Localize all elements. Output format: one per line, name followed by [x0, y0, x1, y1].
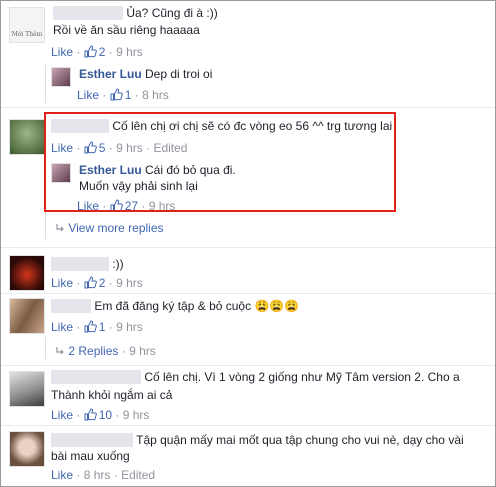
- comment-text-line2: bài mau xuống: [51, 449, 130, 463]
- like-count[interactable]: 10: [99, 408, 112, 422]
- like-link[interactable]: Like: [51, 468, 73, 482]
- like-link[interactable]: Like: [51, 276, 73, 290]
- reply-thread-line: [45, 337, 46, 359]
- like-link[interactable]: Like: [51, 45, 73, 59]
- like-link[interactable]: Like: [77, 88, 99, 102]
- redacted-name: [51, 370, 141, 384]
- like-count[interactable]: 1: [125, 88, 132, 102]
- comment-text: Tập quận mấy mai mốt qua tập chung cho v…: [51, 433, 464, 448]
- comment-text: Cố lên chị. Vì 1 vòng 2 giống như Mỹ Tâm…: [51, 370, 460, 385]
- comment-text: Ủa? Cũng đi à :)): [53, 6, 218, 21]
- divider: [1, 425, 495, 426]
- timestamp[interactable]: 9 hrs: [123, 408, 150, 422]
- avatar[interactable]: Mới Thêm: [9, 7, 45, 43]
- like-count[interactable]: 1: [99, 320, 106, 334]
- comment-meta: Like · 1 · 8 hrs: [77, 88, 169, 102]
- avatar[interactable]: [9, 371, 45, 407]
- avatar[interactable]: [51, 67, 71, 87]
- comment-text: :)): [51, 257, 124, 272]
- like-count[interactable]: 2: [99, 45, 106, 59]
- like-link[interactable]: Like: [51, 320, 73, 334]
- thumbs-up-icon: [84, 320, 97, 333]
- redacted-name: [51, 257, 109, 271]
- avatar[interactable]: [9, 119, 45, 155]
- comment-meta: Like · 10 · 9 hrs: [51, 408, 150, 422]
- divider: [1, 293, 495, 294]
- comment-text: Esther Luu Dep di troi oi: [79, 67, 213, 81]
- view-more-replies-link[interactable]: View more replies: [55, 221, 164, 235]
- edited-label[interactable]: Edited: [121, 468, 155, 482]
- avatar-caption: Mới Thêm: [11, 31, 43, 38]
- divider: [1, 107, 495, 108]
- comment-meta: Like · 8 hrs · Edited: [51, 468, 156, 482]
- timestamp[interactable]: 9 hrs: [116, 320, 143, 334]
- like-count[interactable]: 2: [99, 276, 106, 290]
- like-link[interactable]: Like: [51, 408, 73, 422]
- redacted-name: [51, 433, 133, 447]
- thumbs-up-icon: [84, 408, 97, 421]
- divider: [1, 365, 495, 366]
- timestamp[interactable]: 9 hrs: [116, 45, 143, 59]
- divider: [1, 247, 495, 248]
- avatar[interactable]: [9, 431, 45, 467]
- timestamp[interactable]: 9 hrs: [116, 276, 143, 290]
- comment-text: Em đã đăng ký tập & bỏ cuộc 😩😩😩: [51, 299, 299, 314]
- redacted-name: [51, 299, 91, 313]
- commenter-name[interactable]: Esther Luu: [79, 67, 142, 81]
- avatar[interactable]: [9, 298, 45, 334]
- comment-thread: Mới Thêm Ủa? Cũng đi à :)) Rồi về ăn sầu…: [0, 0, 496, 487]
- reply-arrow-icon: [56, 347, 64, 355]
- avatar[interactable]: [9, 255, 45, 291]
- thumbs-up-icon: [84, 45, 97, 58]
- replies-link[interactable]: 2 Replies · 9 hrs: [55, 344, 156, 358]
- comment-meta: Like · 2 · 9 hrs: [51, 45, 143, 59]
- reply-arrow-icon: [56, 224, 64, 232]
- comment-text-line2: Thành khỏi ngắm ai cả: [51, 388, 173, 402]
- thumbs-up-icon: [84, 276, 97, 289]
- comment-meta: Like · 2 · 9 hrs: [51, 276, 143, 290]
- redacted-name: [53, 6, 123, 20]
- comment-text-line2: Rồi về ăn sầu riêng haaaaa: [53, 23, 200, 37]
- timestamp[interactable]: 8 hrs: [84, 468, 111, 482]
- timestamp[interactable]: 8 hrs: [142, 88, 169, 102]
- comment-meta: Like · 1 · 9 hrs: [51, 320, 143, 334]
- reply-thread-line: [45, 65, 46, 103]
- thumbs-up-icon: [110, 88, 123, 101]
- highlight-box: [44, 112, 396, 212]
